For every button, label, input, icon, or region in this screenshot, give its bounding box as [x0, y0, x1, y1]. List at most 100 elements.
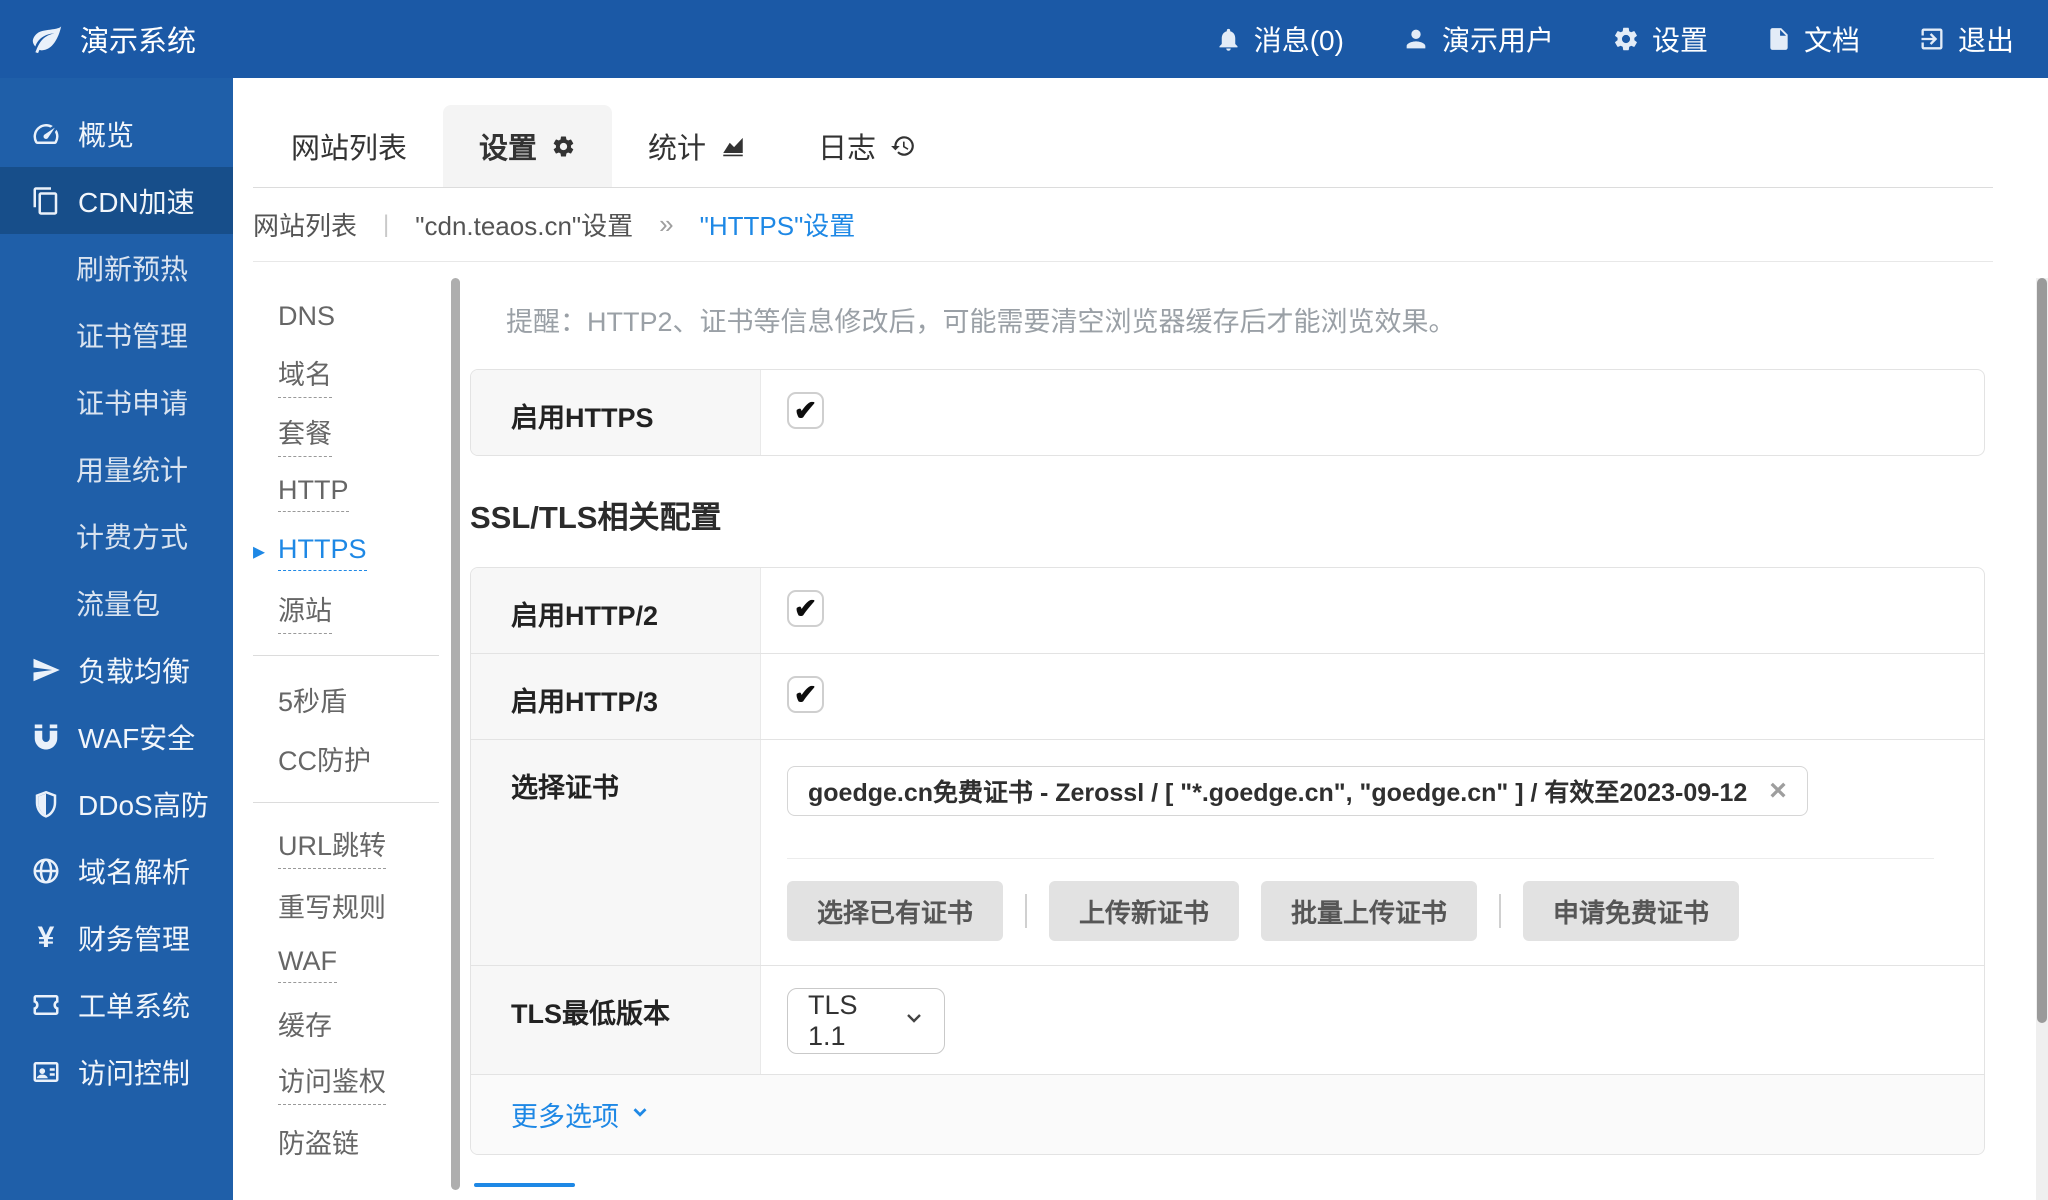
sidebar-item-label: CDN加速: [78, 181, 195, 221]
row-label: 选择证书: [471, 740, 761, 965]
brand[interactable]: 演示系统: [30, 18, 196, 60]
sidebar-item-label: 工单系统: [78, 985, 190, 1025]
breadcrumb: 网站列表 | "cdn.teaos.cn"设置 » "HTTPS"设置: [253, 188, 1993, 262]
submenu-item-url-redirect[interactable]: URL跳转: [233, 817, 463, 876]
user-label: 演示用户: [1442, 19, 1554, 59]
submenu-item-plan[interactable]: 套餐: [233, 405, 463, 464]
row-label: 启用HTTP/2: [471, 568, 761, 653]
sidebar-item-refresh-prewarm[interactable]: 刷新预热: [0, 234, 233, 301]
submenu-item-hotlink[interactable]: 防盗链: [233, 1112, 463, 1171]
bell-icon: [1215, 26, 1242, 53]
submenu-divider: [253, 655, 439, 656]
sidebar-item-label: 域名解析: [78, 851, 190, 891]
page-scrollbar-thumb[interactable]: [2037, 278, 2047, 1023]
ticket-icon: [30, 990, 62, 1020]
docs-label: 文档: [1804, 19, 1860, 59]
settings-button[interactable]: 设置: [1612, 19, 1708, 59]
messages-button[interactable]: 消息(0): [1215, 19, 1344, 59]
certificate-tag: goedge.cn免费证书 - Zerossl / [ "*.goedge.cn…: [787, 766, 1808, 816]
submenu-item-rewrite[interactable]: 重写规则: [233, 876, 463, 935]
sidebar-item-tickets[interactable]: 工单系统: [0, 971, 233, 1038]
yen-icon: ¥: [30, 921, 62, 955]
sidebar-item-usage-stats[interactable]: 用量统计: [0, 435, 233, 502]
shield-icon: [30, 789, 62, 819]
submenu-item-origin[interactable]: 源站: [233, 582, 463, 641]
user-menu[interactable]: 演示用户: [1402, 19, 1554, 59]
ssl-config-table: 启用HTTP/2 ✔ 启用HTTP/3 ✔ 选择证书: [470, 567, 1985, 1155]
batch-upload-cert-button[interactable]: 批量上传证书: [1261, 881, 1477, 941]
row-label: 启用HTTPS: [471, 370, 761, 455]
form-row-certificate: 选择证书 goedge.cn免费证书 - Zerossl / [ "*.goed…: [471, 739, 1984, 965]
document-icon: [1766, 26, 1792, 52]
topnav: 消息(0) 演示用户 设置 文档: [1215, 19, 2014, 59]
ssl-section-title: SSL/TLS相关配置: [470, 492, 1985, 537]
sidebar-item-label: 财务管理: [78, 918, 190, 958]
apply-free-cert-button[interactable]: 申请免费证书: [1523, 881, 1739, 941]
sidebar-item-cert-apply[interactable]: 证书申请: [0, 368, 233, 435]
logout-label: 退出: [1958, 19, 2014, 59]
tab-logs[interactable]: 日志: [782, 105, 952, 187]
sidebar-item-label: DDoS高防: [78, 784, 209, 824]
submenu-item-dns[interactable]: DNS: [233, 287, 463, 346]
select-existing-cert-button[interactable]: 选择已有证书: [787, 881, 1003, 941]
tab-label: 设置: [479, 125, 537, 167]
breadcrumb-site-list[interactable]: 网站列表: [253, 206, 357, 243]
gauge-icon: [30, 119, 62, 149]
certificate-actions: 选择已有证书 上传新证书 批量上传证书 申请免费证书: [787, 881, 1954, 945]
tab-site-list[interactable]: 网站列表: [255, 105, 443, 187]
sidebar-item-access-control[interactable]: 访问控制: [0, 1038, 233, 1105]
messages-label: 消息(0): [1254, 19, 1344, 59]
tls-min-version-select[interactable]: TLS 1.1: [787, 988, 945, 1054]
sidebar-item-dns-resolve[interactable]: 域名解析: [0, 837, 233, 904]
leaf-icon: [30, 22, 64, 56]
tab-label: 统计: [648, 125, 706, 167]
breadcrumb-site-settings[interactable]: "cdn.teaos.cn"设置: [415, 206, 633, 243]
active-arrow-icon: ▸: [253, 537, 265, 566]
enable-https-checkbox[interactable]: ✔: [787, 392, 824, 429]
submenu-item-http[interactable]: HTTP: [233, 464, 463, 523]
sidebar-item-overview[interactable]: 概览: [0, 100, 233, 167]
submenu-item-cache[interactable]: 缓存: [233, 994, 463, 1053]
logout-icon: [1918, 25, 1946, 53]
submenu-item-auth[interactable]: 访问鉴权: [233, 1053, 463, 1112]
submenu-item-https[interactable]: ▸ HTTPS: [233, 523, 463, 582]
submenu-item-cc[interactable]: CC防护: [233, 729, 463, 788]
sidebar-item-billing-method[interactable]: 计费方式: [0, 502, 233, 569]
more-options-link[interactable]: 更多选项: [511, 1095, 651, 1134]
tab-stats[interactable]: 统计: [612, 105, 782, 187]
enable-http2-checkbox[interactable]: ✔: [787, 590, 824, 627]
sidebar-item-ddos[interactable]: DDoS高防: [0, 770, 233, 837]
submenu-item-domains[interactable]: 域名: [233, 346, 463, 405]
submenu-item-waf[interactable]: WAF: [233, 935, 463, 994]
user-icon: [1402, 25, 1430, 53]
https-settings-form: 提醒：HTTP2、证书等信息修改后，可能需要清空浏览器缓存后才能浏览效果。 启用…: [470, 262, 2048, 1187]
sidebar-item-cdn[interactable]: CDN加速: [0, 167, 233, 234]
tls-min-version-value: TLS 1.1: [808, 990, 902, 1052]
sidebar-item-label: 负载均衡: [78, 650, 190, 690]
notice-text: 提醒：HTTP2、证书等信息修改后，可能需要清空浏览器缓存后才能浏览效果。: [506, 300, 1985, 339]
enable-http3-checkbox[interactable]: ✔: [787, 676, 824, 713]
sidebar-item-waf[interactable]: WAF安全: [0, 703, 233, 770]
gear-icon: [1612, 25, 1640, 53]
sidebar-item-finance[interactable]: ¥ 财务管理: [0, 904, 233, 971]
save-button-edge[interactable]: [474, 1183, 575, 1187]
sidebar-item-traffic-package[interactable]: 流量包: [0, 569, 233, 636]
upload-new-cert-button[interactable]: 上传新证书: [1049, 881, 1239, 941]
remove-certificate-icon[interactable]: ×: [1769, 776, 1787, 806]
form-row-more-options: 更多选项: [471, 1074, 1984, 1154]
settings-body: DNS 域名 套餐 HTTP ▸ HTTPS 源站 5秒盾 CC防护 U: [233, 262, 2048, 1187]
main-area: 概览 CDN加速 刷新预热 证书管理 证书申请 用量统计 计费方式 流量包 负载…: [0, 78, 2048, 1200]
sidebar-item-label: 证书管理: [76, 315, 188, 355]
page-scrollbar-track[interactable]: [2036, 278, 2048, 1200]
breadcrumb-https-settings[interactable]: "HTTPS"设置: [700, 206, 856, 243]
submenu-item-5s-shield[interactable]: 5秒盾: [233, 670, 463, 729]
logout-button[interactable]: 退出: [1918, 19, 2014, 59]
sidebar-item-cert-manage[interactable]: 证书管理: [0, 301, 233, 368]
chevron-down-icon: [629, 1099, 651, 1130]
send-icon: [30, 655, 62, 685]
docs-button[interactable]: 文档: [1766, 19, 1860, 59]
breadcrumb-separator: »: [659, 209, 673, 240]
sidebar-item-load-balancer[interactable]: 负载均衡: [0, 636, 233, 703]
tab-settings[interactable]: 设置: [443, 105, 612, 187]
submenu-scrollbar[interactable]: [451, 278, 460, 1190]
